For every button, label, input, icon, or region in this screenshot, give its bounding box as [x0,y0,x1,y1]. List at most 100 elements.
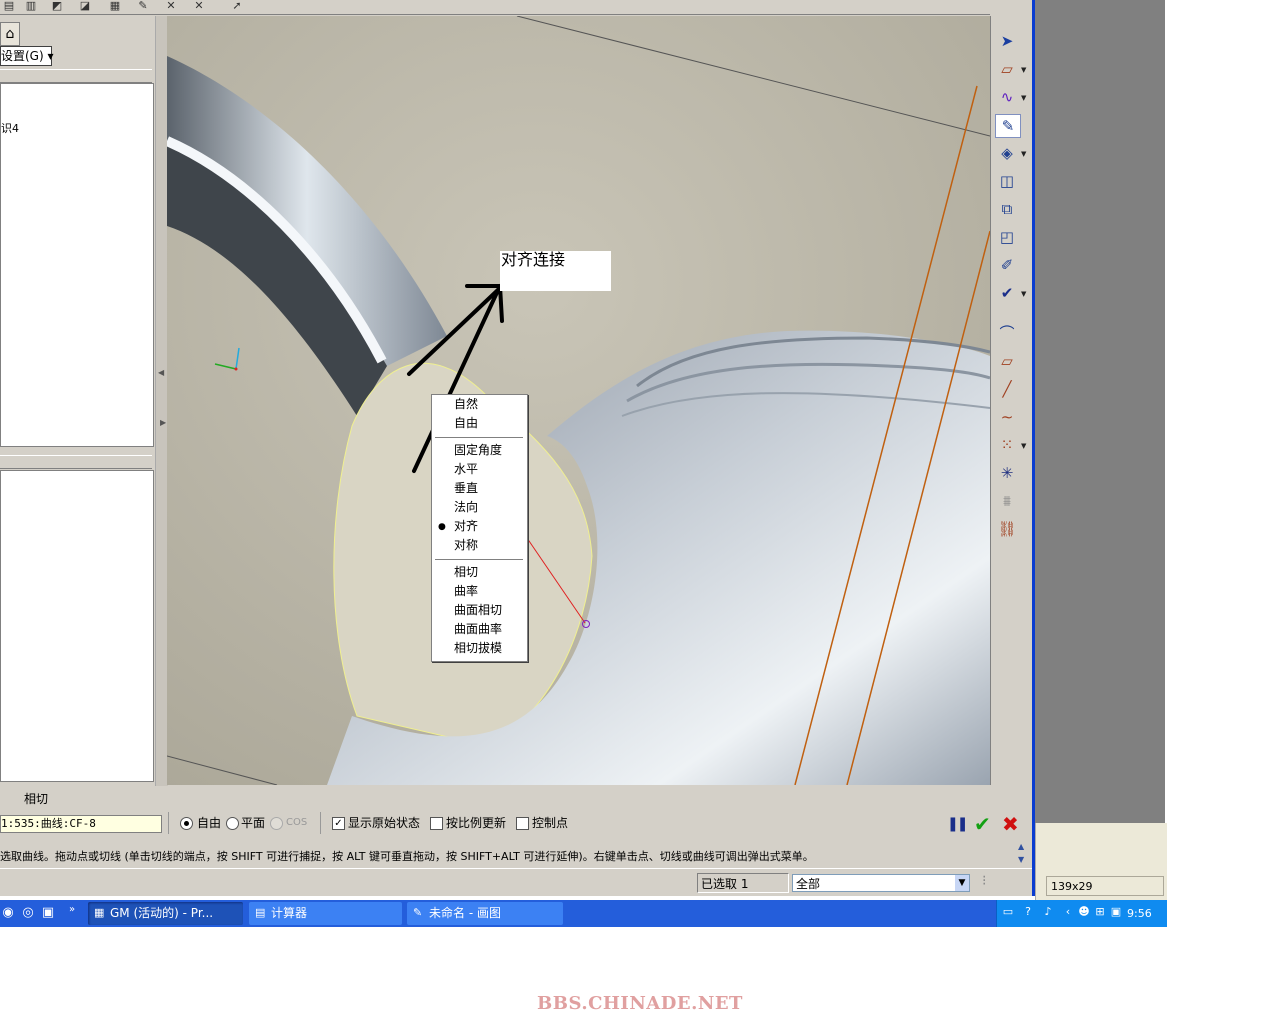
scroll-up-icon[interactable]: ▲ [1018,842,1024,851]
menu-item-natural[interactable]: 自然 [454,395,478,413]
done-check-icon[interactable]: ✔ [995,282,1019,304]
settings-dropdown[interactable]: 设置(G) ▾ [0,46,54,66]
scroll-down-icon[interactable]: ▼ [1018,855,1024,864]
dashboard: 相切 1:535:曲线:CF-8 自由 平面 COS ✓ 显示原始状态 按比例更… [0,786,1032,846]
message-scrollbar[interactable]: ▲ ▼ [1016,842,1030,868]
datum-curve-icon[interactable]: ⌒ [995,322,1019,344]
scale-update-label: 按比例更新 [446,816,507,830]
chevron-down-icon[interactable]: ▼ [1021,290,1026,298]
resize-grip-icon[interactable]: ⁝ [982,873,986,889]
coordinate-system-icon[interactable]: ✳ [995,462,1019,484]
toolbar-icon-2[interactable]: ▥ [22,0,40,12]
radio-cos[interactable] [270,817,283,830]
toolbar-icon-4[interactable]: ◪ [76,0,94,12]
menu-item-align[interactable]: 对齐 [454,517,478,535]
chain-icon[interactable]: ⛓ [995,518,1019,540]
menu-item-normal[interactable]: 法向 [454,498,478,516]
toolbar-icon-1[interactable]: ▤ [0,0,18,12]
toolbar-icon-8[interactable]: ✕ [190,0,208,12]
chevron-down-icon[interactable]: ▼ [955,875,969,891]
datum-point-icon[interactable]: ⁙ [995,434,1019,456]
menu-item-tangent-draft[interactable]: 相切拔模 [454,639,502,657]
selection-filter[interactable]: 全部 ▼ [792,874,970,892]
background-window [1035,0,1165,823]
toolbar-icon-6[interactable]: ✎ [134,0,152,12]
menu-item-tangent[interactable]: 相切 [454,563,478,581]
select-cursor-icon[interactable]: ➚ [228,0,246,12]
feature-toolbar: ➤ ▱ ▼ ∿ ▼ ✎ ◈ ▼ ◫ ⧉ ◰ ✐ ✔ ▼ ⌒ ▱ ╱ ∼ ⁙ ▼ ✳ ⩩ ⛓ [990,16,1033,785]
task-paint[interactable]: ✎ 未命名 - 画图 [407,902,563,925]
quick-launch-desktop-icon[interactable]: ▣ [40,905,56,921]
network-icon[interactable]: ▣ [1109,905,1123,919]
curve-icon[interactable]: ∿ [995,86,1019,108]
surface-icon[interactable]: ◈ [995,142,1019,164]
edit-surface-icon[interactable]: ◰ [995,226,1019,248]
ime-icon[interactable]: ⊞ [1093,905,1107,919]
menu-item-vertical[interactable]: 垂直 [454,479,478,497]
trim-icon[interactable]: ⧉ [995,198,1019,220]
menu-item-curvature[interactable]: 曲率 [454,582,478,600]
task-label: 计算器 [271,906,308,920]
separator [168,812,169,834]
graphics-viewport[interactable]: 对齐连接 自然 自由 固定角度 水平 垂直 法向 ● 对齐 对称 相切 曲率 曲… [167,16,990,785]
curve-edit-icon[interactable]: ✎ [995,114,1021,138]
paint-icon: ✎ [413,906,423,919]
toolbar-icon-7[interactable]: ✕ [162,0,180,12]
sketch-curve-icon[interactable]: ∼ [995,406,1019,428]
chevron-down-icon[interactable]: ▼ [1021,442,1026,450]
annotation-text: 对齐连接 [501,250,566,269]
ok-button[interactable]: ✔ [974,812,991,836]
select-arrow-icon[interactable]: ➤ [995,30,1019,52]
qq-icon[interactable]: ☻ [1077,905,1091,919]
help-icon[interactable]: ? [1021,905,1035,919]
radio-cos-label: COS [286,817,308,828]
radio-plane[interactable] [226,817,239,830]
show-original-label: 显示原始状态 [348,816,421,830]
annotation-note: 对齐连接 [500,251,611,291]
datum-plane-icon[interactable]: ▱ [995,350,1019,372]
collapse-left-icon[interactable]: ◀ [158,368,164,377]
expand-right-icon[interactable]: ▶ [160,418,166,427]
chevron-down-icon[interactable]: ▼ [1021,94,1026,102]
analysis-icon[interactable]: ⩩ [995,490,1019,512]
chevron-down-icon[interactable]: ▼ [1021,66,1026,74]
menu-item-horizontal[interactable]: 水平 [454,460,478,478]
model-tree-tab[interactable]: ⌂ [0,22,20,46]
datum-axis-icon[interactable]: ╱ [995,378,1019,400]
tree-item[interactable]: 识4 [1,120,19,136]
plane-icon[interactable]: ▱ [995,58,1019,80]
menu-separator [435,559,523,561]
menu-item-surface-tangent[interactable]: 曲面相切 [454,601,502,619]
control-points-checkbox[interactable] [516,817,529,830]
toolbar-icon-3[interactable]: ◩ [48,0,66,12]
menu-item-surface-curvature[interactable]: 曲面曲率 [454,620,502,638]
tangent-context-menu[interactable]: 自然 自由 固定角度 水平 垂直 法向 ● 对齐 对称 相切 曲率 曲面相切 曲… [431,394,528,662]
model-tree-list[interactable]: 识4 [0,83,154,447]
tray-expand-icon[interactable]: ‹ [1061,905,1075,919]
radio-plane-label: 平面 [241,816,266,830]
quick-launch-more-icon[interactable]: » [64,902,80,918]
task-pro-e[interactable]: ▦ GM (活动的) - Pr... [88,902,243,925]
quick-launch-ie-icon[interactable]: ◎ [20,905,36,921]
scale-update-checkbox[interactable] [430,817,443,830]
keyboard-icon[interactable]: ▭ [1001,905,1015,919]
task-calculator[interactable]: ▤ 计算器 [249,902,402,925]
toolbar-icon-5[interactable]: ▦ [106,0,124,12]
menu-item-free[interactable]: 自由 [454,414,478,432]
boundary-surface-icon[interactable]: ◫ [995,170,1019,192]
menu-item-symmetric[interactable]: 对称 [454,536,478,554]
tangent-tab[interactable]: 相切 [24,790,48,807]
curve-reference-field[interactable]: 1:535:曲线:CF-8 [0,815,162,833]
radio-free[interactable] [180,817,193,830]
quick-launch-icon[interactable]: ◉ [0,905,16,921]
show-original-checkbox[interactable]: ✓ [332,817,345,830]
secondary-list[interactable] [0,470,154,782]
pause-button[interactable]: ❚❚ [947,816,969,832]
volume-icon[interactable]: ♪ [1041,905,1055,919]
message-line: 选取曲线。拖动点或切线 (单击切线的端点，按 SHIFT 可进行捕捉，按 ALT… [0,848,1012,866]
menu-item-fixed-angle[interactable]: 固定角度 [454,441,502,459]
cancel-button[interactable]: ✖ [1002,812,1019,836]
chevron-down-icon[interactable]: ▼ [1021,150,1026,158]
surface-edit-pen-icon[interactable]: ✐ [995,254,1019,276]
paint-size-readout: 139x29 [1046,876,1164,896]
